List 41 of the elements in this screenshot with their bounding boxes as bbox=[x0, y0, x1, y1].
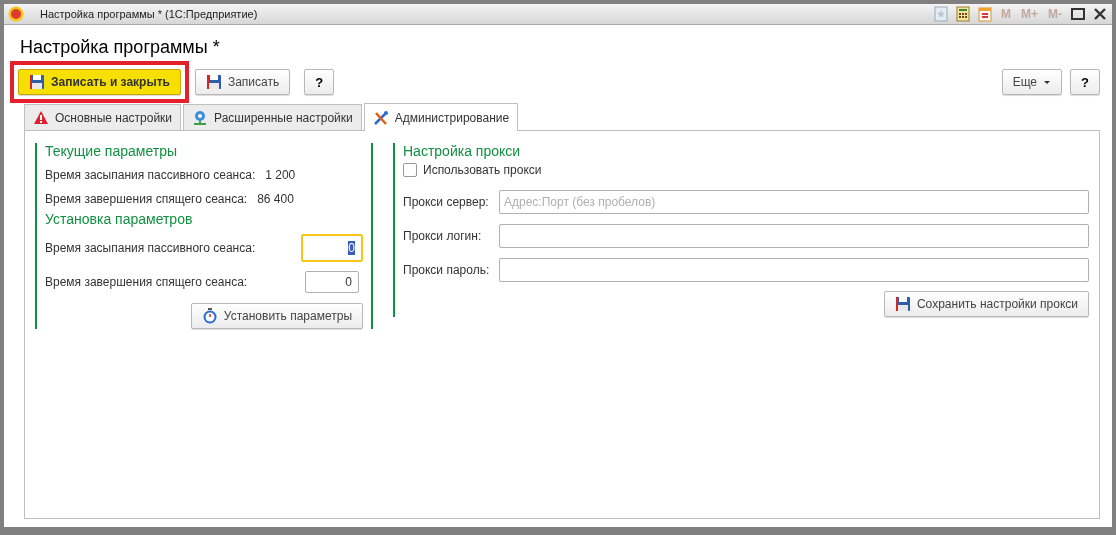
checkbox-label: Использовать прокси bbox=[423, 163, 542, 177]
help-button[interactable]: ? bbox=[304, 69, 335, 95]
field-label: Время засыпания пассивного сеанса: bbox=[45, 241, 256, 255]
tab[interactable]: Расширенные настройки bbox=[183, 104, 362, 130]
section-heading: Текущие параметры bbox=[45, 143, 178, 159]
save-button[interactable]: Записать bbox=[194, 69, 291, 95]
field-label: Время завершения спящего сеанса: bbox=[45, 192, 248, 206]
calculator-icon bbox=[955, 6, 971, 22]
window-title: Настройка программы * (1С:Предприятие) bbox=[40, 8, 258, 20]
field-label: Время завершения спящего сеанса: bbox=[45, 275, 248, 289]
more-button[interactable]: Еще bbox=[1001, 69, 1063, 95]
maximize-icon bbox=[1070, 6, 1086, 22]
calendar-icon bbox=[977, 6, 993, 22]
app-logo-icon bbox=[8, 6, 24, 22]
apply-button[interactable]: Установить параметры bbox=[190, 303, 363, 329]
help-button[interactable]: ? bbox=[1070, 69, 1100, 95]
save-proxy-button[interactable]: Сохранить настройки прокси bbox=[883, 291, 1089, 317]
section-heading: Настройка прокси bbox=[403, 143, 522, 159]
field-value: 1 200 bbox=[265, 168, 296, 182]
field-label: Прокси сервер: bbox=[403, 195, 490, 209]
warning-icon bbox=[33, 109, 49, 126]
tools-icon bbox=[372, 109, 389, 126]
field-label: Время засыпания пассивного сеанса: bbox=[45, 168, 256, 182]
close-icon bbox=[1092, 6, 1108, 22]
section-heading: Установка параметров bbox=[45, 211, 194, 227]
number-field[interactable]: 0 bbox=[305, 271, 359, 293]
tab[interactable]: Администрирование bbox=[363, 103, 519, 131]
caret-icon bbox=[1043, 79, 1052, 85]
network-icon bbox=[192, 109, 209, 126]
checkbox[interactable] bbox=[403, 163, 417, 177]
text-field[interactable] bbox=[499, 224, 1089, 248]
text-field[interactable] bbox=[499, 258, 1089, 282]
tab[interactable]: Основные настройки bbox=[24, 104, 182, 130]
field-label: Прокси логин: bbox=[403, 229, 483, 243]
text-field[interactable]: Адрес:Порт (без пробелов) bbox=[499, 190, 1089, 214]
number-field[interactable]: 0 bbox=[301, 234, 363, 262]
field-value: 86 400 bbox=[257, 192, 294, 206]
field-label: Прокси пароль: bbox=[403, 263, 491, 277]
save-button[interactable]: Записать и закрыть bbox=[18, 69, 181, 95]
stopwatch-icon bbox=[201, 308, 218, 324]
form-title: Настройка программы * bbox=[20, 37, 221, 58]
